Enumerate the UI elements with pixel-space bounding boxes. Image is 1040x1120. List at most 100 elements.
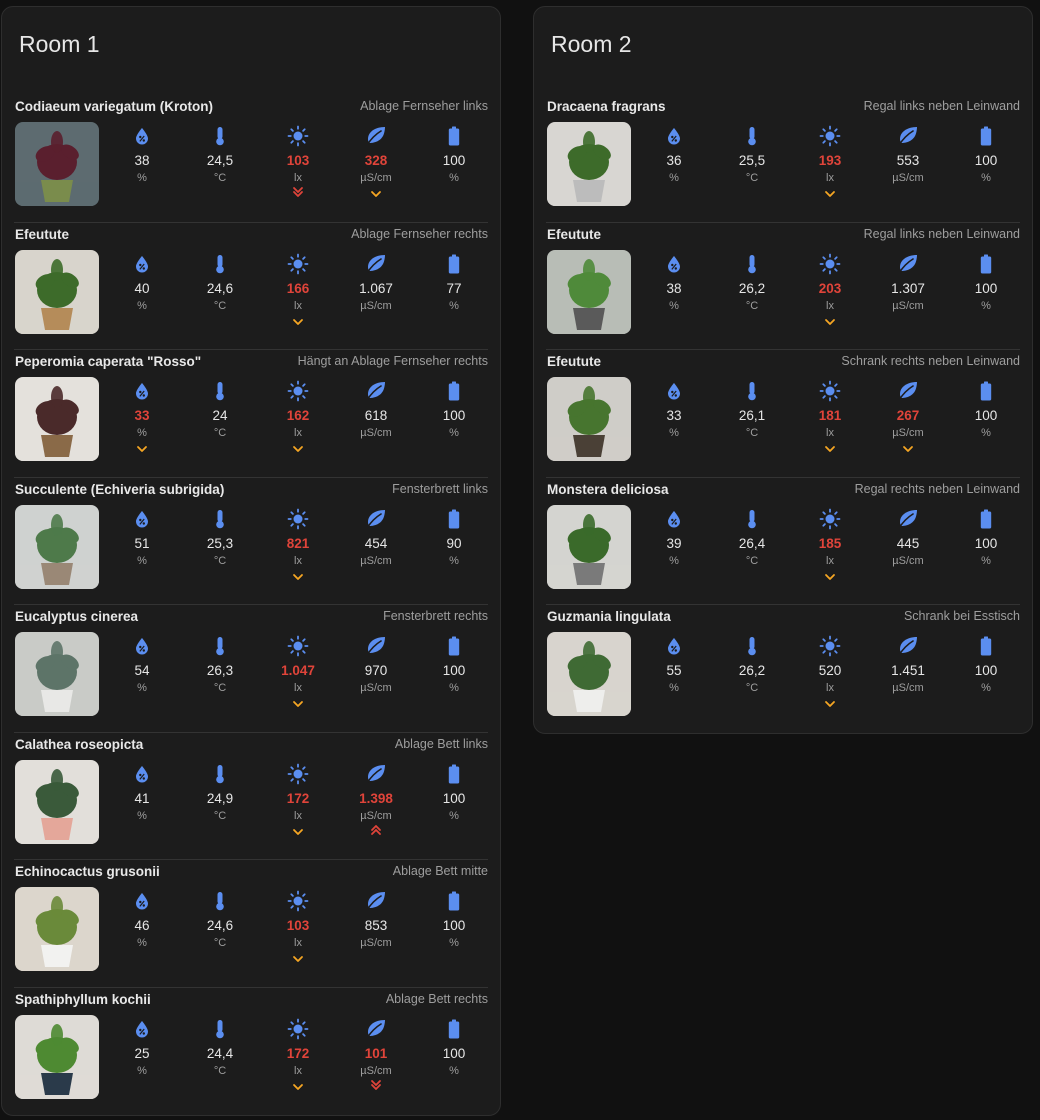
metric-moisture[interactable]: 33 %: [102, 381, 182, 454]
metric-temperature[interactable]: 26,2 °C: [712, 636, 792, 709]
metric-moisture[interactable]: 46 %: [102, 891, 182, 964]
battery-icon: [414, 891, 494, 911]
metric-value: 26,2: [738, 280, 766, 296]
plant-row[interactable]: Eucalyptus cinerea Fensterbrett rechts 54…: [14, 605, 488, 733]
metric-illuminance[interactable]: 181 lx: [790, 380, 870, 454]
metric-moisture[interactable]: 39 %: [634, 509, 714, 582]
metric-illuminance[interactable]: 162 lx: [258, 380, 338, 454]
metric-illuminance[interactable]: 103 lx: [258, 125, 338, 199]
metric-temperature[interactable]: 25,3 °C: [180, 509, 260, 582]
metric-moisture[interactable]: 36 %: [634, 126, 714, 199]
metric-illuminance[interactable]: 520 lx: [790, 635, 870, 709]
plant-row[interactable]: Succulente (Echiveria subrigida) Fensterb…: [14, 478, 488, 605]
metric-value: 100: [974, 535, 998, 551]
plant-row[interactable]: Guzmania lingulata Schrank bei Esstisch 5…: [546, 605, 1020, 733]
metric-temperature[interactable]: 26,4 °C: [712, 509, 792, 582]
metric-battery[interactable]: 100 %: [414, 764, 494, 837]
metric-illuminance[interactable]: 172 lx: [258, 763, 338, 837]
metric-battery[interactable]: 90 %: [414, 509, 494, 582]
metric-temperature[interactable]: 26,2 °C: [712, 254, 792, 327]
metric-battery[interactable]: 100 %: [946, 254, 1026, 327]
plant-row[interactable]: Efeutute Schrank rechts neben Leinwand 33…: [546, 350, 1020, 478]
metric-value: 267: [896, 408, 920, 423]
metric-temperature[interactable]: 24,6 °C: [180, 891, 260, 964]
metric-moisture[interactable]: 55 %: [634, 636, 714, 709]
metric-conductivity[interactable]: 618 µS/cm: [336, 381, 416, 454]
chevron-down-icon: [824, 695, 836, 713]
metric-conductivity[interactable]: 1.398 µS/cm: [336, 764, 416, 837]
metric-unit: %: [449, 1064, 459, 1077]
metric-illuminance[interactable]: 203 lx: [790, 253, 870, 327]
metric-conductivity[interactable]: 454 µS/cm: [336, 509, 416, 582]
metric-conductivity[interactable]: 445 µS/cm: [868, 509, 948, 582]
metric-battery[interactable]: 100 %: [414, 1019, 494, 1092]
plant-row[interactable]: Calathea roseopicta Ablage Bett links 41 …: [14, 733, 488, 860]
metric-battery[interactable]: 100 %: [414, 636, 494, 709]
metric-unit: %: [137, 937, 147, 949]
metric-moisture[interactable]: 38 %: [634, 254, 714, 327]
metric-conductivity[interactable]: 1.451 µS/cm: [868, 636, 948, 709]
metric-conductivity[interactable]: 853 µS/cm: [336, 891, 416, 964]
metric-indicator: [336, 1078, 416, 1092]
metric-unit: °C: [213, 427, 227, 439]
metric-illuminance[interactable]: 172 lx: [258, 1018, 338, 1092]
metric-conductivity[interactable]: 1.307 µS/cm: [868, 254, 948, 327]
metric-value: 162: [286, 408, 310, 423]
metric-temperature[interactable]: 24,9 °C: [180, 764, 260, 837]
moisture-icon: [102, 1019, 182, 1039]
metric-illuminance[interactable]: 193 lx: [790, 125, 870, 199]
metric-value: 36: [666, 153, 682, 168]
metric-temperature[interactable]: 24,5 °C: [180, 126, 260, 199]
metric-moisture[interactable]: 54 %: [102, 636, 182, 709]
plant-row[interactable]: Peperomia caperata "Rosso" Hängt an Ablag…: [14, 350, 488, 478]
metric-conductivity[interactable]: 267 µS/cm: [868, 381, 948, 454]
metric-temperature[interactable]: 24,6 °C: [180, 254, 260, 327]
metric-moisture[interactable]: 25 %: [102, 1019, 182, 1092]
metric-battery[interactable]: 100 %: [946, 509, 1026, 582]
metric-illuminance[interactable]: 103 lx: [258, 890, 338, 964]
metric-illuminance[interactable]: 185 lx: [790, 508, 870, 582]
metric-moisture[interactable]: 33 %: [634, 381, 714, 454]
plant-name: Efeutute: [15, 226, 69, 242]
chevron-down-icon: [292, 823, 304, 841]
metric-illuminance[interactable]: 1.047 lx: [258, 635, 338, 709]
metric-moisture[interactable]: 51 %: [102, 509, 182, 582]
metric-conductivity[interactable]: 553 µS/cm: [868, 126, 948, 199]
metric-moisture[interactable]: 38 %: [102, 126, 182, 199]
metric-moisture[interactable]: 40 %: [102, 254, 182, 327]
metric-temperature[interactable]: 26,3 °C: [180, 636, 260, 709]
metric-temperature[interactable]: 26,1 °C: [712, 381, 792, 454]
metric-indicator: [336, 313, 416, 327]
metric-battery[interactable]: 100 %: [946, 636, 1026, 709]
metric-battery[interactable]: 77 %: [414, 254, 494, 327]
metric-temperature[interactable]: 24,4 °C: [180, 1019, 260, 1092]
plant-name: Guzmania lingulata: [547, 609, 671, 624]
metric-conductivity[interactable]: 101 µS/cm: [336, 1019, 416, 1092]
metric-conductivity[interactable]: 970 µS/cm: [336, 636, 416, 709]
metric-battery[interactable]: 100 %: [414, 381, 494, 454]
metric-indicator: [180, 695, 260, 709]
plant-row[interactable]: Echinocactus grusonii Ablage Bett mitte 4…: [14, 860, 488, 988]
metric-indicator: [180, 568, 260, 582]
plant-location: Ablage Bett links: [394, 736, 488, 751]
metric-indicator: [258, 185, 338, 199]
plant-row[interactable]: Dracaena fragrans Regal links neben Leinw…: [546, 95, 1020, 223]
plant-row[interactable]: Codiaeum variegatum (Kroton) Ablage Ferns…: [14, 95, 488, 223]
metric-illuminance[interactable]: 166 lx: [258, 253, 338, 327]
metric-battery[interactable]: 100 %: [946, 126, 1026, 199]
metric-battery[interactable]: 100 %: [414, 126, 494, 199]
thermometer-icon: [180, 509, 260, 529]
metric-conductivity[interactable]: 1.067 µS/cm: [336, 254, 416, 327]
plant-row[interactable]: Monstera deliciosa Regal rechts neben Lei…: [546, 478, 1020, 605]
metric-conductivity[interactable]: 328 µS/cm: [336, 126, 416, 199]
metric-illuminance[interactable]: 821 lx: [258, 508, 338, 582]
plant-row[interactable]: Efeutute Ablage Fernseher rechts 40 % 24,…: [14, 223, 488, 350]
plant-row[interactable]: Spathiphyllum kochii Ablage Bett rechts 2…: [14, 988, 488, 1116]
metric-moisture[interactable]: 41 %: [102, 764, 182, 837]
metric-temperature[interactable]: 24 °C: [180, 381, 260, 454]
metric-battery[interactable]: 100 %: [946, 381, 1026, 454]
metric-unit: µS/cm: [892, 682, 924, 694]
metric-battery[interactable]: 100 %: [414, 891, 494, 964]
plant-row[interactable]: Efeutute Regal links neben Leinwand 38 % …: [546, 223, 1020, 350]
metric-temperature[interactable]: 25,5 °C: [712, 126, 792, 199]
